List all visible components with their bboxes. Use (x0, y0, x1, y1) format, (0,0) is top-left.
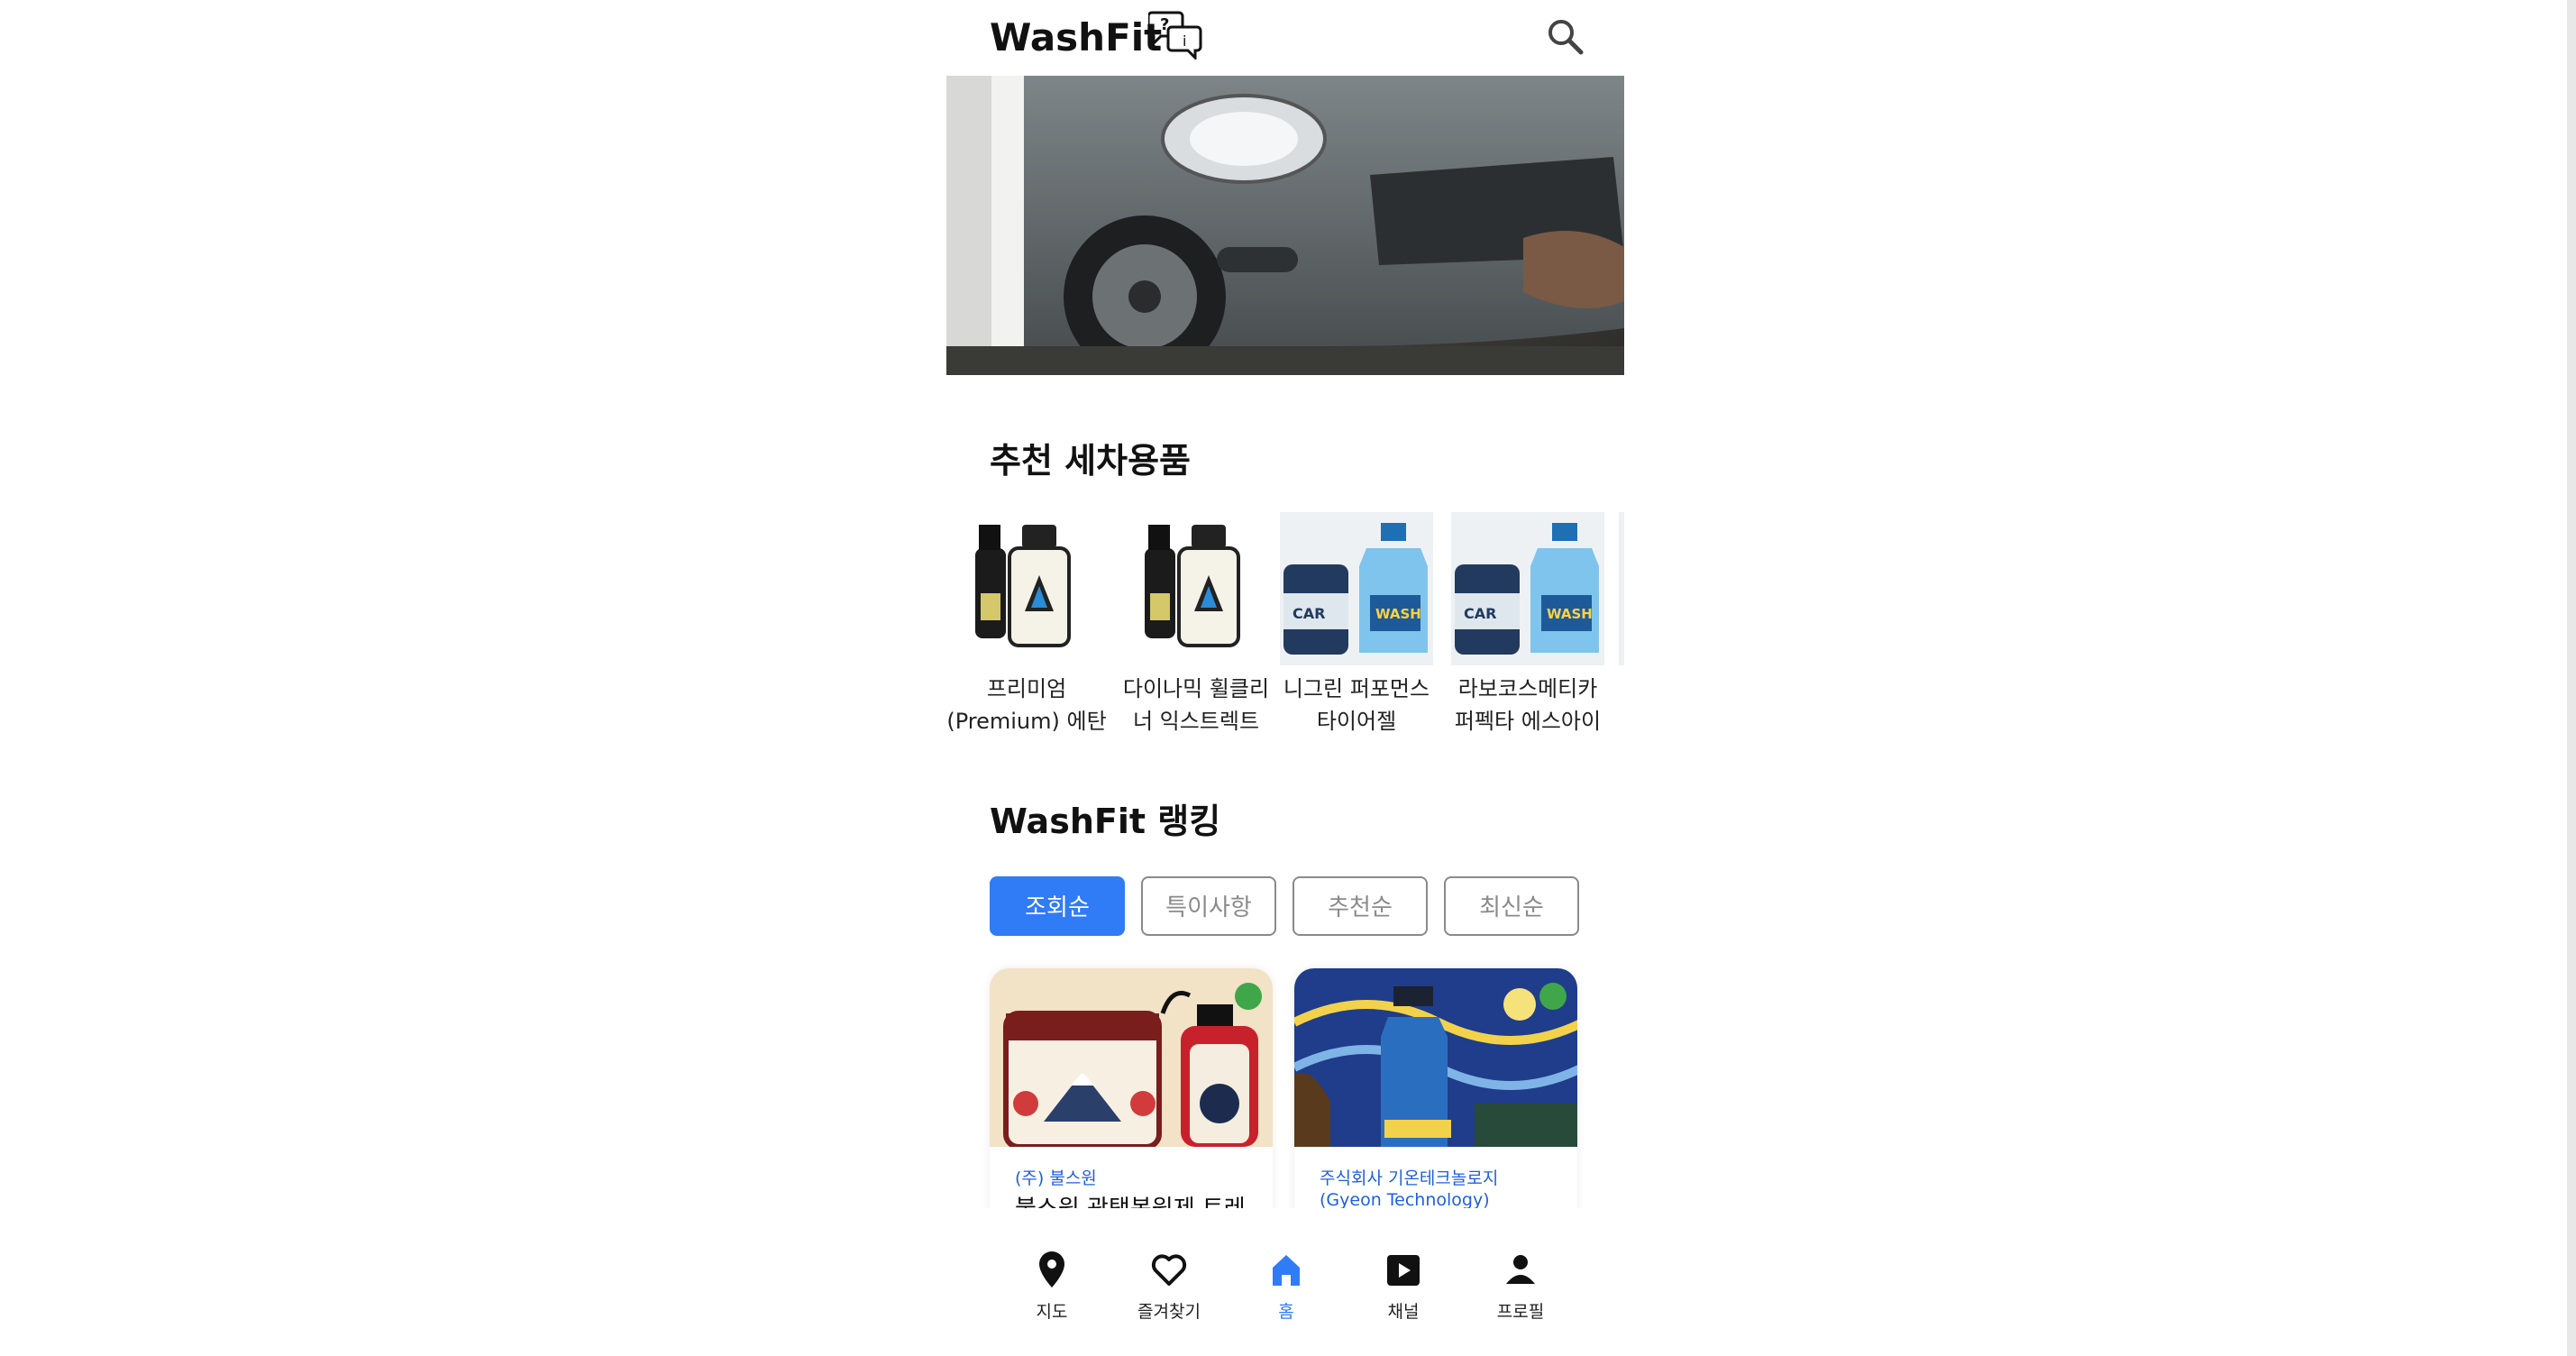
verified-shield-icon (1235, 983, 1262, 1010)
recommended-carousel[interactable]: 프리미엄 (Premium) 에탄 다이나믹 휠클리 너 익스트렉트 CAR W… (946, 512, 1624, 747)
nav-home-label: 홈 (1278, 1302, 1294, 1322)
nav-channel[interactable]: 채널 (1345, 1248, 1462, 1347)
product-image (1619, 512, 1624, 665)
window-scrollbar[interactable] (2567, 0, 2576, 1356)
chat-question-icon[interactable]: ? i (1148, 9, 1204, 60)
app-logo-text[interactable]: WashFit (990, 9, 1162, 67)
product-card[interactable]: 프리미엄 (Premium) 에탄 (946, 512, 1107, 747)
ranking-card[interactable]: 주식회사 기온테크놀로지 (Gyeon Technology) (1294, 968, 1577, 1230)
ranking-sort-tabs: 조회순 특이사항 추천순 최신순 (990, 876, 1585, 939)
tab-special-notes[interactable]: 특이사항 (1141, 876, 1276, 936)
product-name: 라보코스메티카 퍼펙타 에스아이 (1454, 676, 1602, 734)
product-image: CAR WASH (1280, 512, 1433, 665)
hero-banner-image[interactable] (946, 76, 1624, 375)
nav-favorites-label: 즐겨찾기 (1137, 1302, 1201, 1322)
product-image (1119, 512, 1273, 665)
nav-map[interactable]: 지도 (993, 1248, 1110, 1347)
ranking-card-brand: (주) 불스원 (1015, 1168, 1097, 1188)
ranking-card-brand-english: (Gyeon Technology) (1320, 1190, 1490, 1210)
nav-home[interactable]: 홈 (1228, 1248, 1345, 1347)
heart-icon (1151, 1254, 1187, 1286)
svg-text:?: ? (1160, 15, 1169, 34)
ranking-card-brand: 주식회사 기온테크놀로지 (1320, 1168, 1499, 1188)
ranking-card[interactable]: (주) 불스원 불스원 광택복원제 트레 (990, 968, 1273, 1230)
nav-profile-label: 프로필 (1496, 1302, 1545, 1322)
recommended-section-title: 추천 세차용품 (990, 441, 1191, 481)
ranking-product-image (1294, 968, 1577, 1147)
svg-text:i: i (1183, 32, 1186, 50)
home-icon (1273, 1255, 1300, 1286)
nav-favorites[interactable]: 즐겨찾기 (1110, 1248, 1228, 1347)
nav-profile[interactable]: 프로필 (1462, 1248, 1579, 1347)
ranking-section-title: WashFit 랭킹 (990, 802, 1221, 841)
product-name: 프리미엄 (Premium) 에탄 (946, 676, 1107, 734)
svg-text:CAR: CAR (1464, 605, 1496, 622)
product-card[interactable]: CAR WASH 라보코스메티카 퍼펙타 에스아이 (1451, 512, 1604, 747)
nav-map-label: 지도 (1036, 1302, 1068, 1322)
ranking-product-image (990, 968, 1273, 1147)
top-header: WashFit ? i (946, 0, 1624, 76)
product-name: 니그린 퍼포먼스 타이어젤 (1283, 676, 1430, 734)
nav-channel-label: 채널 (1387, 1302, 1420, 1322)
svg-text:WASH: WASH (1375, 606, 1421, 622)
user-icon (1506, 1255, 1535, 1284)
tab-recommended[interactable]: 추천순 (1293, 876, 1428, 936)
tab-latest[interactable]: 최신순 (1444, 876, 1579, 936)
product-card[interactable]: CAR WASH 니그린 퍼포먼스 타이어젤 (1280, 512, 1433, 747)
app-screen: WashFit ? i 추천 세차용품 프리미엄 (Premium) 에탄 다이… (946, 0, 1624, 1356)
product-image (950, 512, 1103, 665)
map-pin-icon (1039, 1251, 1064, 1287)
verified-shield-icon (1539, 983, 1567, 1010)
tab-views[interactable]: 조회순 (990, 876, 1125, 936)
play-icon (1387, 1255, 1420, 1286)
product-card[interactable] (1619, 512, 1624, 747)
product-card[interactable]: 다이나믹 휠클리 너 익스트렉트 (1119, 512, 1273, 747)
search-icon[interactable] (1545, 16, 1586, 58)
product-name: 다이나믹 휠클리 너 익스트렉트 (1122, 676, 1270, 734)
content-fade-mask (946, 1208, 1624, 1244)
svg-text:CAR: CAR (1293, 605, 1325, 622)
bottom-navigation: 지도 즐겨찾기 홈 채널 프로필 (946, 1244, 1624, 1356)
svg-text:WASH: WASH (1547, 606, 1593, 622)
product-image: CAR WASH (1451, 512, 1604, 665)
